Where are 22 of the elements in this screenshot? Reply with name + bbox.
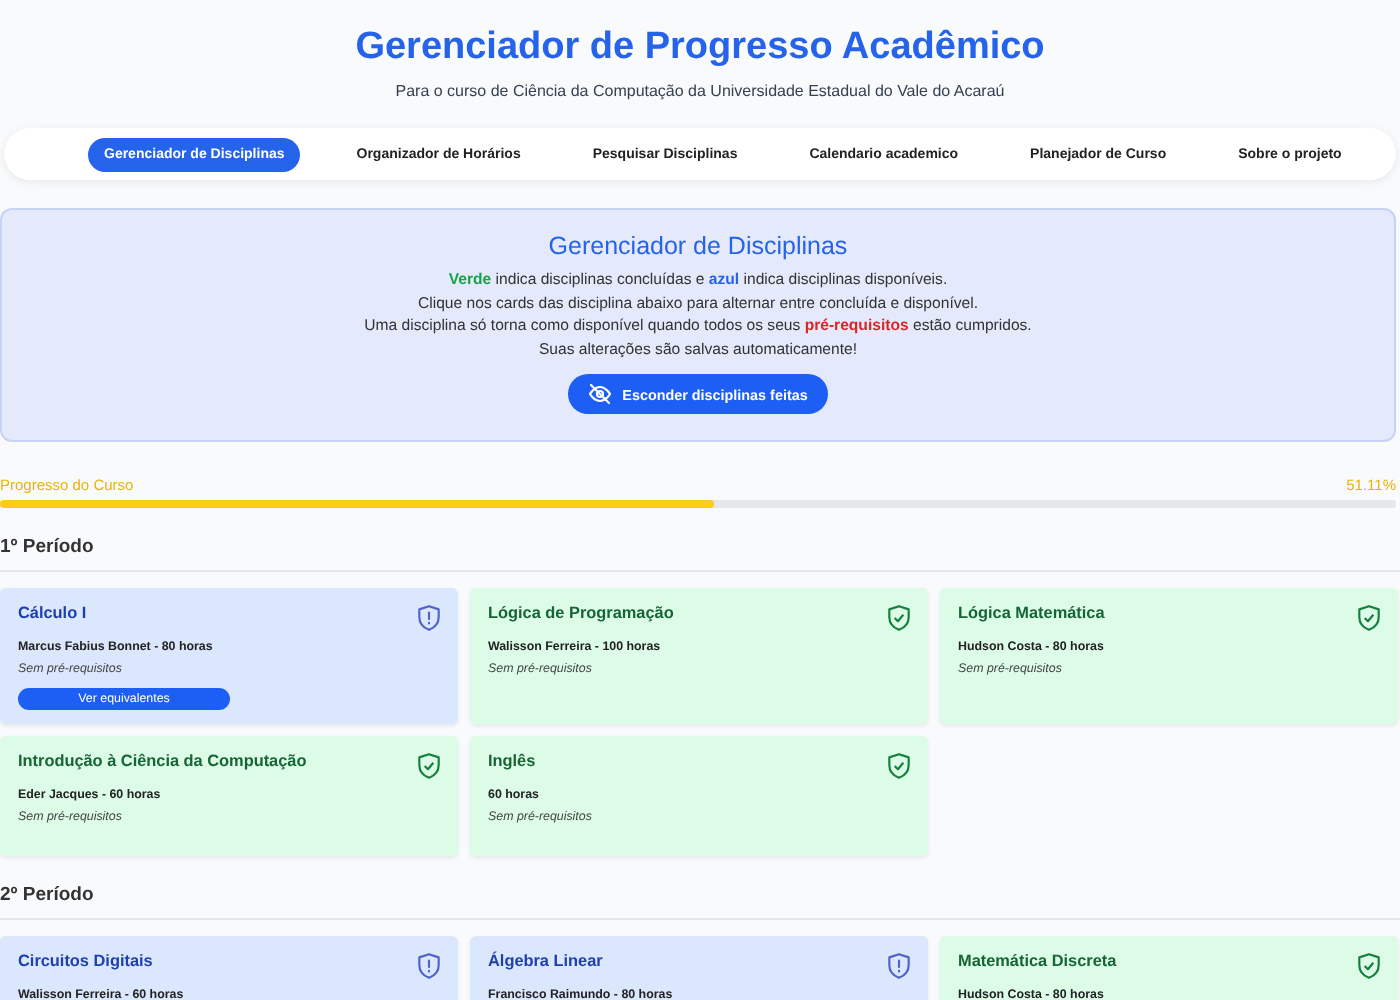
course-name: Circuitos Digitais — [18, 952, 153, 970]
course-name: Cálculo I — [18, 604, 87, 622]
shield-check-icon — [886, 604, 912, 632]
course-name: Lógica Matemática — [958, 604, 1105, 622]
shield-check-icon — [1356, 604, 1382, 632]
course-name: Inglês — [488, 752, 536, 770]
period-heading: 2º Período — [0, 884, 1400, 920]
shield-alert-icon — [416, 604, 442, 632]
shield-check-icon — [1356, 952, 1382, 980]
course-name: Introdução à Ciência da Computação — [18, 752, 307, 770]
eye-off-icon — [588, 382, 613, 406]
course-name: Matemática Discreta — [958, 952, 1117, 970]
shield-alert-icon — [416, 952, 442, 980]
shield-alert-icon — [886, 952, 912, 980]
page-title: Gerenciador de Progresso Acadêmico — [353, 24, 1047, 70]
info-title: Gerenciador de Disciplinas — [546, 232, 850, 260]
period-heading: 1º Período — [0, 536, 1400, 572]
course-name: Álgebra Linear — [488, 952, 603, 970]
shield-check-icon — [886, 752, 912, 780]
course-name: Lógica de Programação — [488, 604, 674, 622]
shield-check-icon — [416, 752, 442, 780]
page-subtitle: Para o curso de Ciência da Computação da Universidade Estadual do Vale do Acaraú — [393, 82, 1007, 100]
